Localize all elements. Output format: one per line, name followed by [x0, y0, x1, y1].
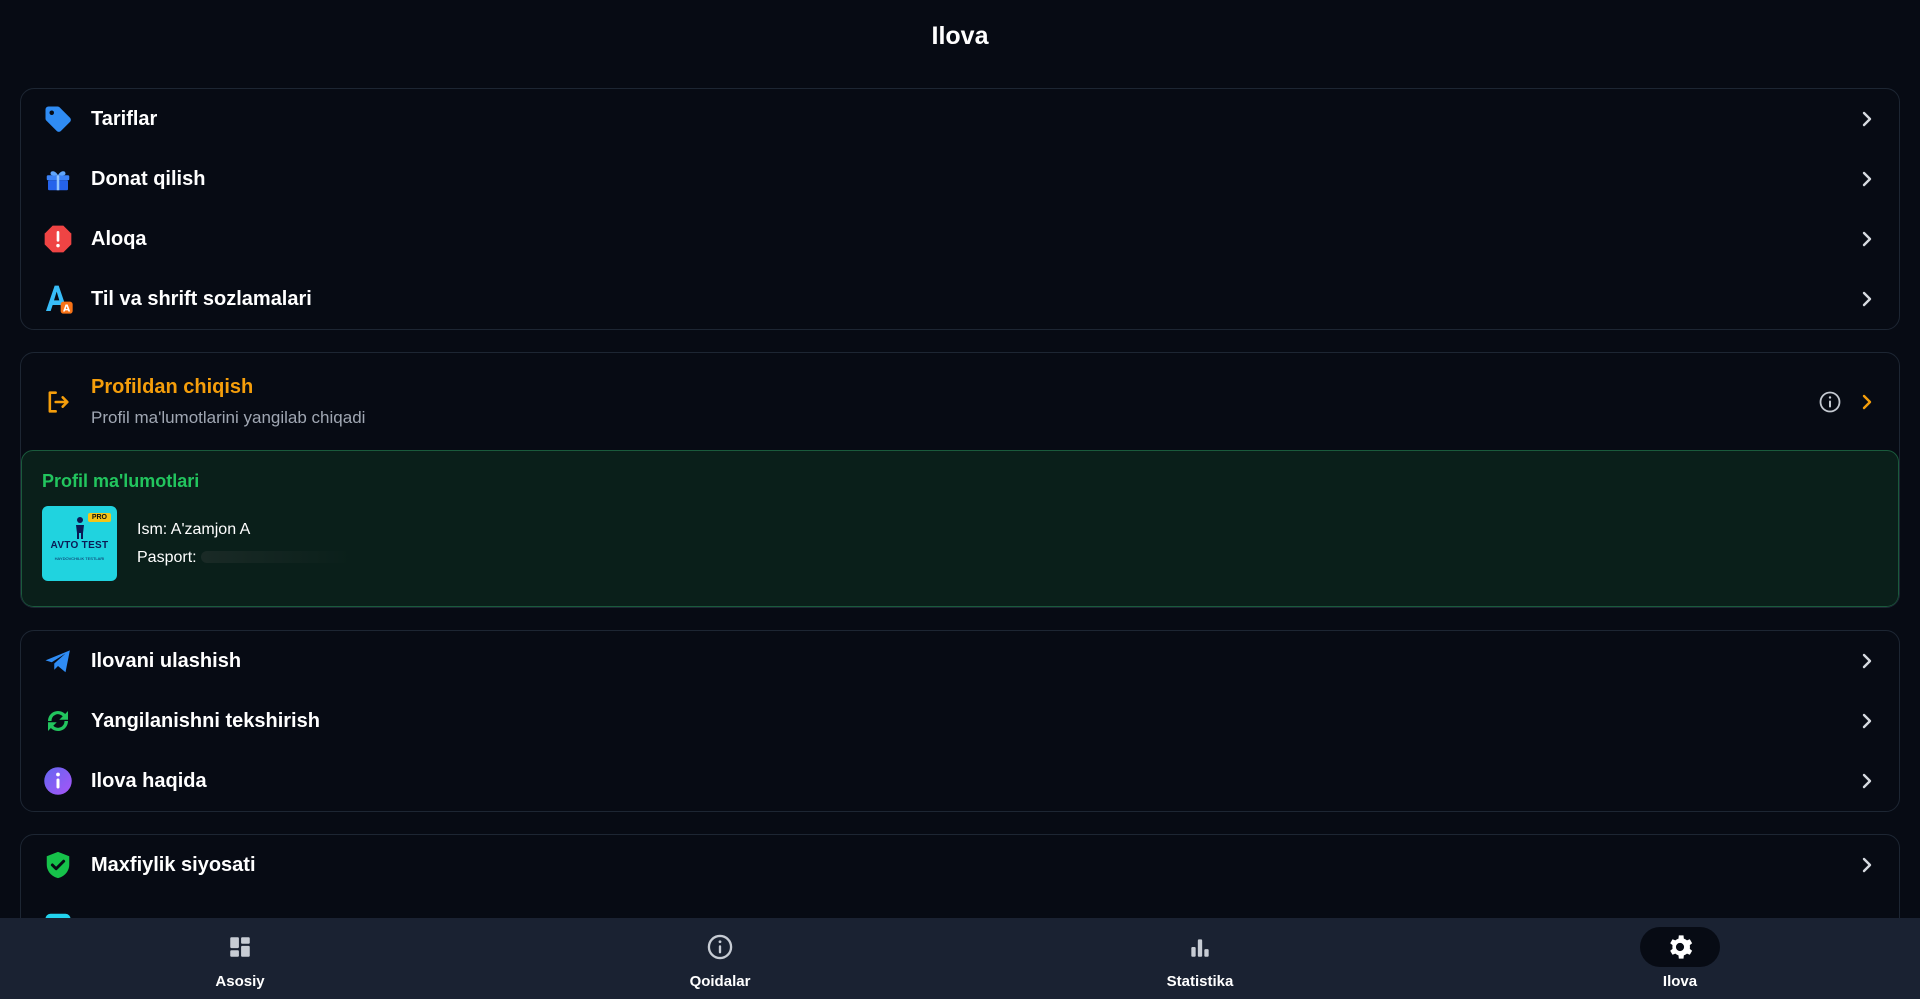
profile-body: PRO AVTO TEST HAYDOVCHILIK TESTLARI Ism:…: [42, 506, 1878, 581]
logout-icon: [41, 385, 75, 419]
avatar: PRO AVTO TEST HAYDOVCHILIK TESTLARI: [42, 506, 117, 581]
refresh-icon: [41, 704, 75, 738]
chevron-right-icon: [1855, 287, 1879, 311]
menu-item-til-shrift[interactable]: A Til va shrift sozlamalari: [21, 269, 1899, 329]
app-root: Ilova Tariflar Donat qilish Aloqa A Til …: [0, 0, 1920, 999]
dashboard-icon: [200, 927, 280, 967]
nav-label: Ilova: [1662, 973, 1698, 990]
menu-card-app: Ilovani ulashish Yangilanishni tekshiris…: [20, 630, 1900, 812]
logout-row[interactable]: Profildan chiqish Profil ma'lumotlarini …: [21, 353, 1899, 450]
person-icon: [76, 517, 84, 539]
menu-item-tariflar[interactable]: Tariflar: [21, 89, 1899, 149]
nav-tab-qoidalar[interactable]: Qoidalar: [480, 918, 960, 999]
bottom-nav: Asosiy Qoidalar Statistika Ilova: [0, 918, 1920, 999]
avatar-tagline: HAYDOVCHILIK TESTLARI: [54, 556, 105, 561]
menu-item-ulashish[interactable]: Ilovani ulashish: [21, 631, 1899, 691]
info-circle-icon: [680, 927, 760, 967]
gift-icon: [41, 162, 75, 196]
logout-text: Profildan chiqish Profil ma'lumotlarini …: [91, 376, 1817, 428]
chevron-right-icon: [1855, 390, 1879, 414]
menu-item-donat[interactable]: Donat qilish: [21, 149, 1899, 209]
profile-passport-row: Pasport:: [137, 548, 352, 567]
svg-text:A: A: [63, 304, 71, 315]
menu-item-yangilanish[interactable]: Yangilanishni tekshirish: [21, 691, 1899, 751]
redacted-passport: [201, 551, 352, 564]
page-header: Ilova: [0, 0, 1920, 72]
profile-passport: Pasport:: [137, 548, 197, 566]
nav-label: Statistika: [1166, 973, 1234, 990]
menu-item-label: Donat qilish: [91, 167, 206, 190]
settings-content[interactable]: Tariflar Donat qilish Aloqa A Til va shr…: [20, 88, 1900, 978]
chevron-right-icon: [1855, 649, 1879, 673]
pro-badge: PRO: [87, 513, 111, 522]
menu-item-label: Tariflar: [91, 107, 158, 130]
account-card: Profildan chiqish Profil ma'lumotlarini …: [20, 352, 1900, 608]
nav-label: Asosiy: [215, 973, 265, 990]
chevron-right-icon: [1855, 853, 1879, 877]
menu-card-main: Tariflar Donat qilish Aloqa A Til va shr…: [20, 88, 1900, 330]
profile-info-panel: Profil ma'lumotlari PRO AVTO TEST HAYDOV…: [21, 450, 1899, 607]
menu-item-label: Yangilanishni tekshirish: [91, 709, 320, 732]
logout-subtitle: Profil ma'lumotlarini yangilab chiqadi: [91, 407, 366, 427]
profile-details: Ism: A'zamjon A Pasport:: [137, 520, 352, 567]
menu-item-label: Til va shrift sozlamalari: [91, 287, 312, 310]
profile-name: Ism: A'zamjon A: [137, 520, 251, 538]
info-circle-icon[interactable]: [1817, 389, 1843, 415]
telegram-icon: [41, 644, 75, 678]
font-language-icon: A: [41, 282, 75, 316]
chevron-right-icon: [1855, 709, 1879, 733]
tag-icon: [41, 102, 75, 136]
menu-item-ilova-haqida[interactable]: Ilova haqida: [21, 751, 1899, 811]
chevron-right-icon: [1855, 227, 1879, 251]
gear-icon: [1640, 927, 1720, 967]
chevron-right-icon: [1855, 107, 1879, 131]
nav-tab-ilova[interactable]: Ilova: [1440, 918, 1920, 999]
menu-item-aloqa[interactable]: Aloqa: [21, 209, 1899, 269]
bar-chart-icon: [1160, 927, 1240, 967]
menu-item-label: Aloqa: [91, 227, 147, 250]
menu-item-label: Ilova haqida: [91, 769, 207, 792]
chevron-right-icon: [1855, 167, 1879, 191]
menu-item-maxfiylik[interactable]: Maxfiylik siyosati: [21, 835, 1899, 895]
menu-item-label: Maxfiylik siyosati: [91, 853, 256, 876]
shield-check-icon: [41, 848, 75, 882]
chevron-right-icon: [1855, 769, 1879, 793]
nav-label: Qoidalar: [689, 973, 751, 990]
nav-tab-asosiy[interactable]: Asosiy: [0, 918, 480, 999]
alert-icon: [41, 222, 75, 256]
avatar-brand: AVTO TEST: [50, 540, 109, 551]
menu-item-label: Ilovani ulashish: [91, 649, 242, 672]
info-icon: [41, 764, 75, 798]
page-title: Ilova: [931, 21, 989, 50]
nav-tab-statistika[interactable]: Statistika: [960, 918, 1440, 999]
profile-heading: Profil ma'lumotlari: [42, 471, 200, 491]
logout-title: Profildan chiqish: [91, 375, 254, 398]
